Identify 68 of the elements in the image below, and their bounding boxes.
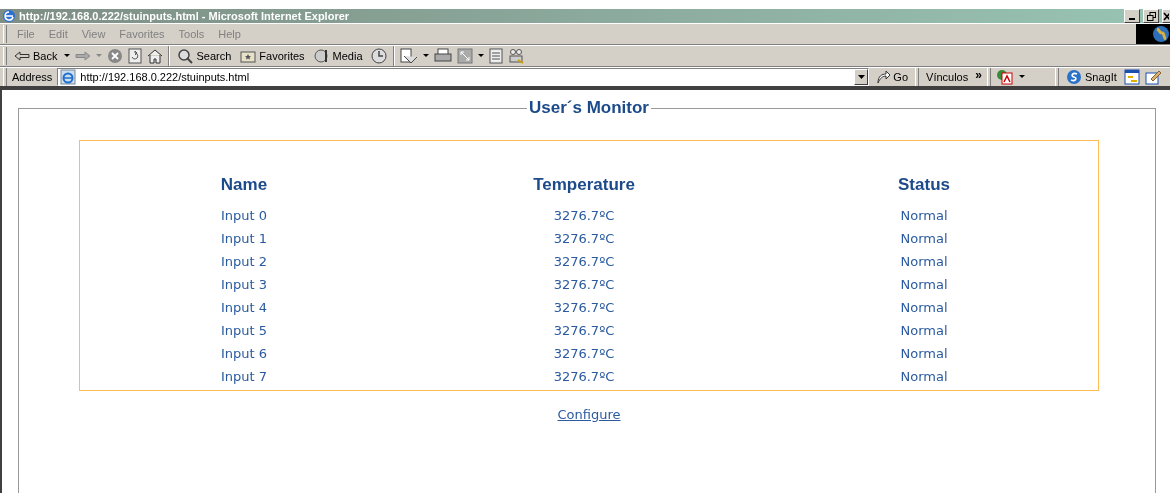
caret-icon[interactable]: [64, 54, 71, 58]
history-icon[interactable]: [369, 47, 388, 65]
page-icon: [60, 69, 77, 85]
more-links-button[interactable]: »: [975, 68, 982, 82]
table-cell-text: 3276.7ºC: [553, 368, 615, 386]
caret-icon[interactable]: [477, 54, 484, 58]
table-cell-text: Input 6: [220, 345, 268, 363]
address-field[interactable]: http://192.168.0.222/stuinputs.html: [57, 68, 870, 86]
table-cell-text: Normal: [900, 276, 948, 294]
globe-logo-icon: [1136, 24, 1170, 44]
stop-icon[interactable]: [107, 48, 124, 64]
table-cell-text: Input 4: [220, 299, 268, 317]
panel-title: User´s Monitor: [528, 98, 650, 118]
table-cell-text: 3276.7ºC: [553, 322, 615, 340]
back-button[interactable]: Back: [12, 50, 60, 62]
go-button[interactable]: Go: [874, 70, 911, 84]
favorites-button[interactable]: Favorites: [238, 49, 307, 63]
search-button[interactable]: Search: [175, 48, 234, 64]
table-cell-text: Normal: [900, 253, 948, 271]
table-cell-text: Normal: [900, 345, 948, 363]
column-header: Temperature: [533, 175, 635, 195]
url-text: http://192.168.0.222/stuinputs.html: [80, 71, 250, 83]
table-cell-text: Normal: [900, 368, 948, 386]
star-folder-icon: [240, 49, 257, 63]
table-cell-text: Normal: [900, 322, 948, 340]
table-cell-text: Input 3: [220, 276, 268, 294]
table-cell-text: Input 2: [220, 253, 268, 271]
edit-page-icon[interactable]: [1144, 69, 1161, 85]
printer-icon[interactable]: [433, 48, 452, 64]
media-button[interactable]: Media: [311, 48, 365, 64]
column-header: Status: [898, 175, 950, 195]
table-cell-text: Input 1: [220, 230, 268, 248]
table-cell-text: 3276.7ºC: [553, 276, 615, 294]
configure-link[interactable]: Configure: [557, 407, 621, 422]
window-icon[interactable]: [1123, 69, 1140, 85]
table-cell-text: 3276.7ºC: [553, 207, 615, 225]
address-label: Address: [12, 71, 53, 83]
table-cell-text: 3276.7ºC: [553, 345, 615, 363]
caret-icon[interactable]: [1018, 75, 1025, 79]
restore-button[interactable]: [1143, 9, 1159, 23]
people-icon[interactable]: [507, 48, 524, 64]
links-button[interactable]: Vínculos: [924, 71, 971, 83]
media-icon: [313, 48, 330, 64]
table-cell-text: 3276.7ºC: [553, 253, 615, 271]
refresh-icon[interactable]: [128, 48, 143, 64]
table-cell-text: Normal: [900, 230, 948, 248]
mail-icon[interactable]: [399, 48, 418, 64]
back-arrow-icon: [14, 51, 30, 61]
home-icon[interactable]: [147, 48, 164, 64]
table-cell-text: Input 0: [220, 207, 268, 225]
snagit-button[interactable]: SnagIt: [1063, 69, 1119, 85]
snagit-logo-icon: [1065, 69, 1082, 85]
search-icon: [177, 48, 194, 64]
close-button[interactable]: [1162, 9, 1170, 23]
caret-icon[interactable]: [422, 54, 429, 58]
curved-arrow-icon: [876, 70, 891, 84]
table-cell-text: 3276.7ºC: [553, 299, 615, 317]
window-title: http://192.168.0.222/stuinputs.html - Microsoft Internet Explorer: [19, 10, 350, 22]
table-cell-text: Input 7: [220, 368, 268, 386]
column-header: Name: [220, 175, 268, 195]
caret-icon: [857, 75, 865, 79]
table-cell-text: 3276.7ºC: [553, 230, 615, 248]
dropdown-button[interactable]: [854, 69, 869, 85]
table-cell-text: Input 5: [220, 322, 268, 340]
table-cell-text: Normal: [900, 299, 948, 317]
table-cell-text: Normal: [900, 207, 948, 225]
pdf-icon[interactable]: [995, 69, 1014, 85]
minimize-button[interactable]: [1124, 9, 1140, 23]
